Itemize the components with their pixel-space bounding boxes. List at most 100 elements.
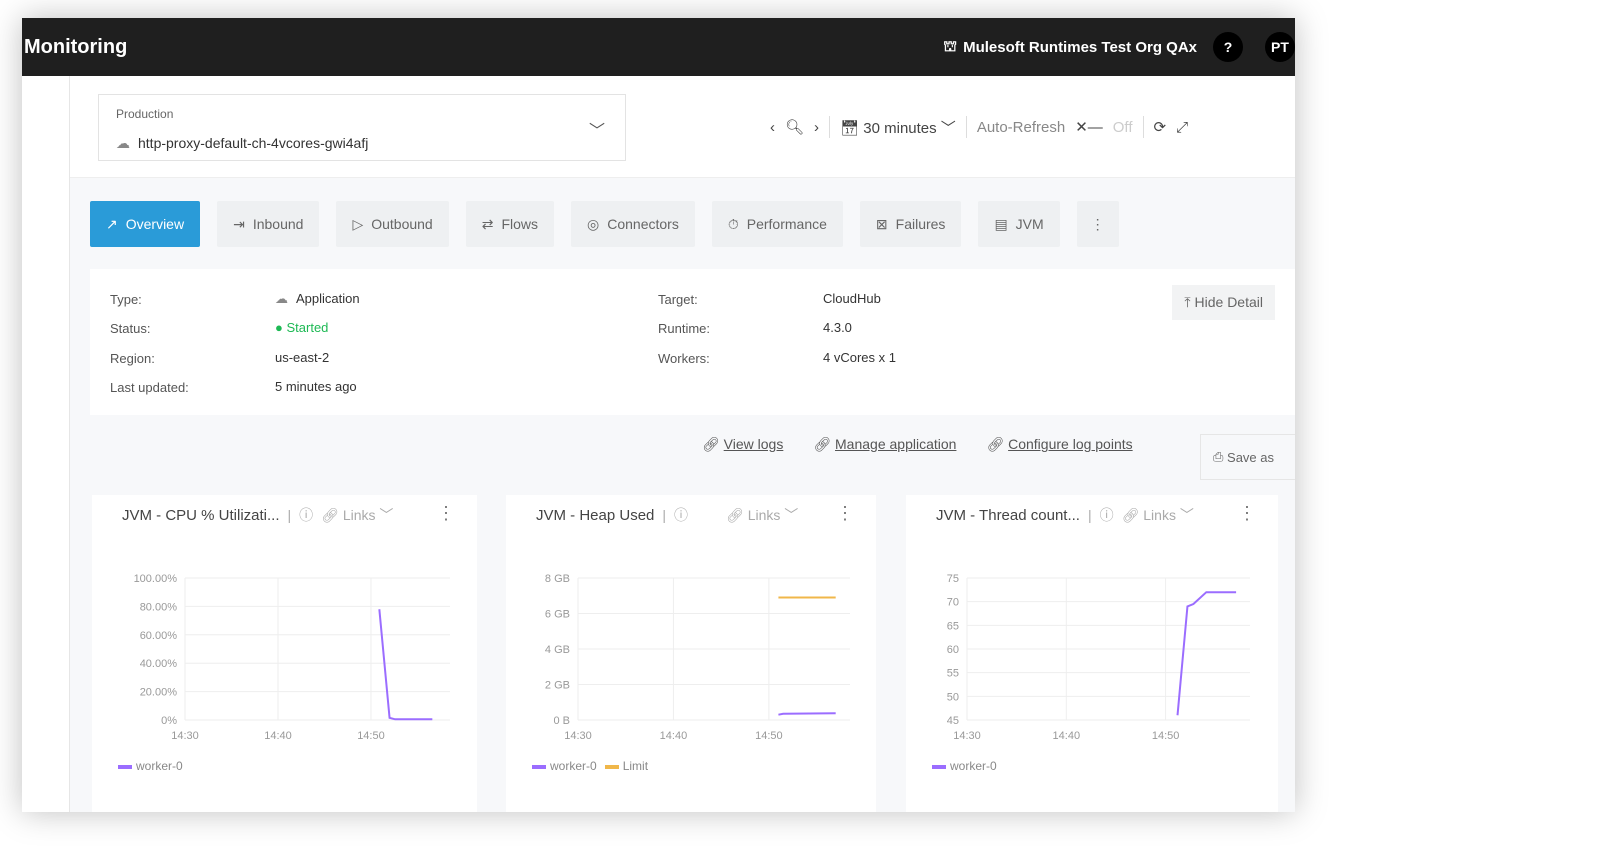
y-tick-label: 8 GB bbox=[545, 573, 570, 585]
view-logs-link[interactable]: View logs bbox=[724, 436, 784, 452]
tab-flows[interactable]: ⇄ Flows bbox=[465, 201, 555, 247]
app-title: Monitoring bbox=[24, 35, 128, 58]
info-icon[interactable]: ⓘ bbox=[299, 505, 313, 525]
save-as-label: Save as bbox=[1227, 449, 1275, 465]
x-tick-label: 14:40 bbox=[264, 730, 292, 742]
tab-connectors[interactable]: ◎ Connectors bbox=[571, 201, 695, 247]
tab-label: Flows bbox=[501, 216, 539, 232]
y-tick-label: 60.00% bbox=[140, 630, 178, 642]
chart-legend: worker-0 Limit bbox=[532, 759, 648, 773]
application-selector[interactable]: Production ☁ http-proxy-default-ch-4vcore… bbox=[98, 94, 626, 161]
tab-label: Performance bbox=[746, 216, 827, 232]
help-button[interactable]: ? bbox=[1213, 32, 1243, 62]
cpu-chart-card: JVM - CPU % Utilizati... | ⓘ 🔗︎ Links ﹀ ⋮ 0… bbox=[92, 495, 477, 812]
time-controls: ‹ 🔍︎ › 📅︎ 30 minutes ﹀ Auto-Refresh ✕— O… bbox=[770, 116, 1188, 138]
legend-item[interactable]: worker-0 bbox=[932, 759, 997, 773]
links-dropdown[interactable]: 🔗︎ Links ﹀ bbox=[726, 505, 798, 525]
cloud-icon: ☁ bbox=[116, 135, 130, 151]
heap-chart-card: JVM - Heap Used | ⓘ 🔗︎ Links ﹀ ⋮ 0 B2 GB 4 G… bbox=[506, 495, 876, 812]
legend-label: worker-0 bbox=[950, 759, 997, 773]
time-range-value: 30 minutes bbox=[863, 119, 937, 137]
application-details: Type: ☁ Application Status: ● Started Reg… bbox=[90, 269, 1295, 415]
status-badge: Started bbox=[286, 320, 329, 335]
tab-label: JVM bbox=[1015, 216, 1044, 232]
links-dropdown[interactable]: 🔗︎ Links ﹀ bbox=[1122, 505, 1194, 525]
divider bbox=[965, 116, 967, 138]
legend-item[interactable]: Limit bbox=[604, 759, 649, 773]
type-value: Application bbox=[296, 291, 360, 306]
workers-label: Workers: bbox=[658, 351, 710, 366]
target-value: CloudHub bbox=[823, 291, 881, 306]
application-name: http-proxy-default-ch-4vcores-gwi4afj bbox=[138, 135, 369, 151]
toolbar: Production ☁ http-proxy-default-ch-4vcore… bbox=[70, 76, 1295, 178]
line-chart: 45 50 55 60 65 70 75 14:30 14:40 14:50 bbox=[947, 573, 1250, 742]
region-value: us-east-2 bbox=[275, 350, 330, 365]
tab-inbound[interactable]: ⇥ Inbound bbox=[217, 201, 320, 247]
save-as-button[interactable]: ⎙ Save as bbox=[1200, 434, 1295, 480]
legend-item[interactable]: worker-0 bbox=[532, 759, 597, 773]
y-tick-label: 75 bbox=[947, 573, 959, 585]
tab-bar: ↗ Overview ⇥ Inbound ▷ Outbound ⇄ Flows ◎ Con… bbox=[90, 201, 1119, 247]
type-label: Type: bbox=[110, 292, 142, 307]
manage-application-link[interactable]: Manage application bbox=[835, 436, 956, 452]
tab-performance[interactable]: ⏱︎ Performance bbox=[711, 201, 843, 247]
avatar[interactable]: PT bbox=[1265, 32, 1295, 62]
zoom-icon[interactable]: 🔍︎ bbox=[785, 118, 804, 136]
status-label: Status: bbox=[110, 321, 151, 336]
flows-icon: ⇄ bbox=[481, 215, 494, 232]
x-tick-label: 14:50 bbox=[755, 730, 783, 742]
tab-label: Outbound bbox=[371, 216, 433, 232]
legend-label: Limit bbox=[622, 759, 649, 773]
x-tick-label: 14:30 bbox=[953, 730, 981, 742]
divider bbox=[829, 116, 831, 138]
kebab-menu-icon[interactable]: ⋮ bbox=[437, 503, 455, 524]
refresh-icon[interactable]: ⟳ bbox=[1154, 118, 1167, 136]
last-updated-value: 5 minutes ago bbox=[275, 379, 357, 394]
x-tick-label: 14:50 bbox=[357, 730, 385, 742]
left-sidebar bbox=[22, 76, 70, 812]
fullscreen-icon[interactable]: ⤢ bbox=[1176, 119, 1188, 136]
auto-refresh-state: Off bbox=[1112, 118, 1133, 136]
hide-detail-button[interactable]: ⤒ Hide Detail bbox=[1172, 285, 1275, 320]
runtime-value: 4.3.0 bbox=[823, 320, 852, 335]
calendar-icon: 📅︎ bbox=[840, 119, 860, 137]
region-label: Region: bbox=[110, 351, 155, 366]
tab-overview[interactable]: ↗ Overview bbox=[90, 201, 201, 247]
x-tick-label: 14:40 bbox=[660, 730, 688, 742]
hide-detail-label: Hide Detail bbox=[1194, 294, 1263, 310]
auto-refresh-toggle[interactable]: ✕— bbox=[1075, 118, 1103, 136]
links-dropdown[interactable]: 🔗︎ Links ﹀ bbox=[321, 505, 393, 525]
org-switcher[interactable]: ⛫ Mulesoft Runtimes Test Org QAx bbox=[943, 38, 1197, 57]
chart-title: JVM - Thread count... bbox=[936, 506, 1080, 524]
y-tick-label: 60 bbox=[947, 644, 959, 656]
quick-links: 🔗︎ View logs 🔗︎ Manage application 🔗︎ Co… bbox=[702, 436, 1133, 453]
tab-label: Inbound bbox=[252, 216, 304, 232]
chart-legend: worker-0 bbox=[118, 759, 183, 773]
configure-log-points-link[interactable]: Configure log points bbox=[1008, 436, 1133, 452]
collapse-up-icon: ⤒ bbox=[1184, 294, 1191, 310]
previous-button[interactable]: ‹ bbox=[770, 119, 775, 136]
kebab-menu-icon[interactable]: ⋮ bbox=[1238, 503, 1256, 524]
tab-failures[interactable]: ⊠ Failures bbox=[859, 201, 962, 247]
link-icon: 🔗︎ bbox=[986, 436, 1005, 452]
kebab-menu-icon[interactable]: ⋮ bbox=[836, 503, 854, 524]
info-icon[interactable]: ⓘ bbox=[674, 505, 688, 525]
divider bbox=[1142, 116, 1144, 138]
auto-refresh-label: Auto-Refresh bbox=[976, 118, 1066, 136]
last-updated-label: Last updated: bbox=[110, 380, 189, 395]
tab-jvm[interactable]: ▤ JVM bbox=[978, 201, 1060, 247]
connector-icon: ◎ bbox=[587, 215, 600, 232]
tab-label: Overview bbox=[125, 216, 185, 232]
org-name: Mulesoft Runtimes Test Org QAx bbox=[963, 38, 1197, 56]
y-tick-label: 80.00% bbox=[140, 601, 178, 613]
x-tick-label: 14:30 bbox=[171, 730, 199, 742]
info-icon[interactable]: ⓘ bbox=[1100, 505, 1114, 525]
chart-legend: worker-0 bbox=[932, 759, 997, 773]
legend-label: worker-0 bbox=[550, 759, 597, 773]
tab-outbound[interactable]: ▷ Outbound bbox=[336, 201, 449, 247]
next-button[interactable]: › bbox=[814, 119, 819, 136]
series-line-worker-0 bbox=[378, 609, 433, 721]
more-tabs-button[interactable]: ⋮ bbox=[1076, 201, 1119, 247]
legend-item[interactable]: worker-0 bbox=[118, 759, 183, 773]
time-range-dropdown[interactable]: 📅︎ 30 minutes ﹀ bbox=[840, 117, 956, 138]
